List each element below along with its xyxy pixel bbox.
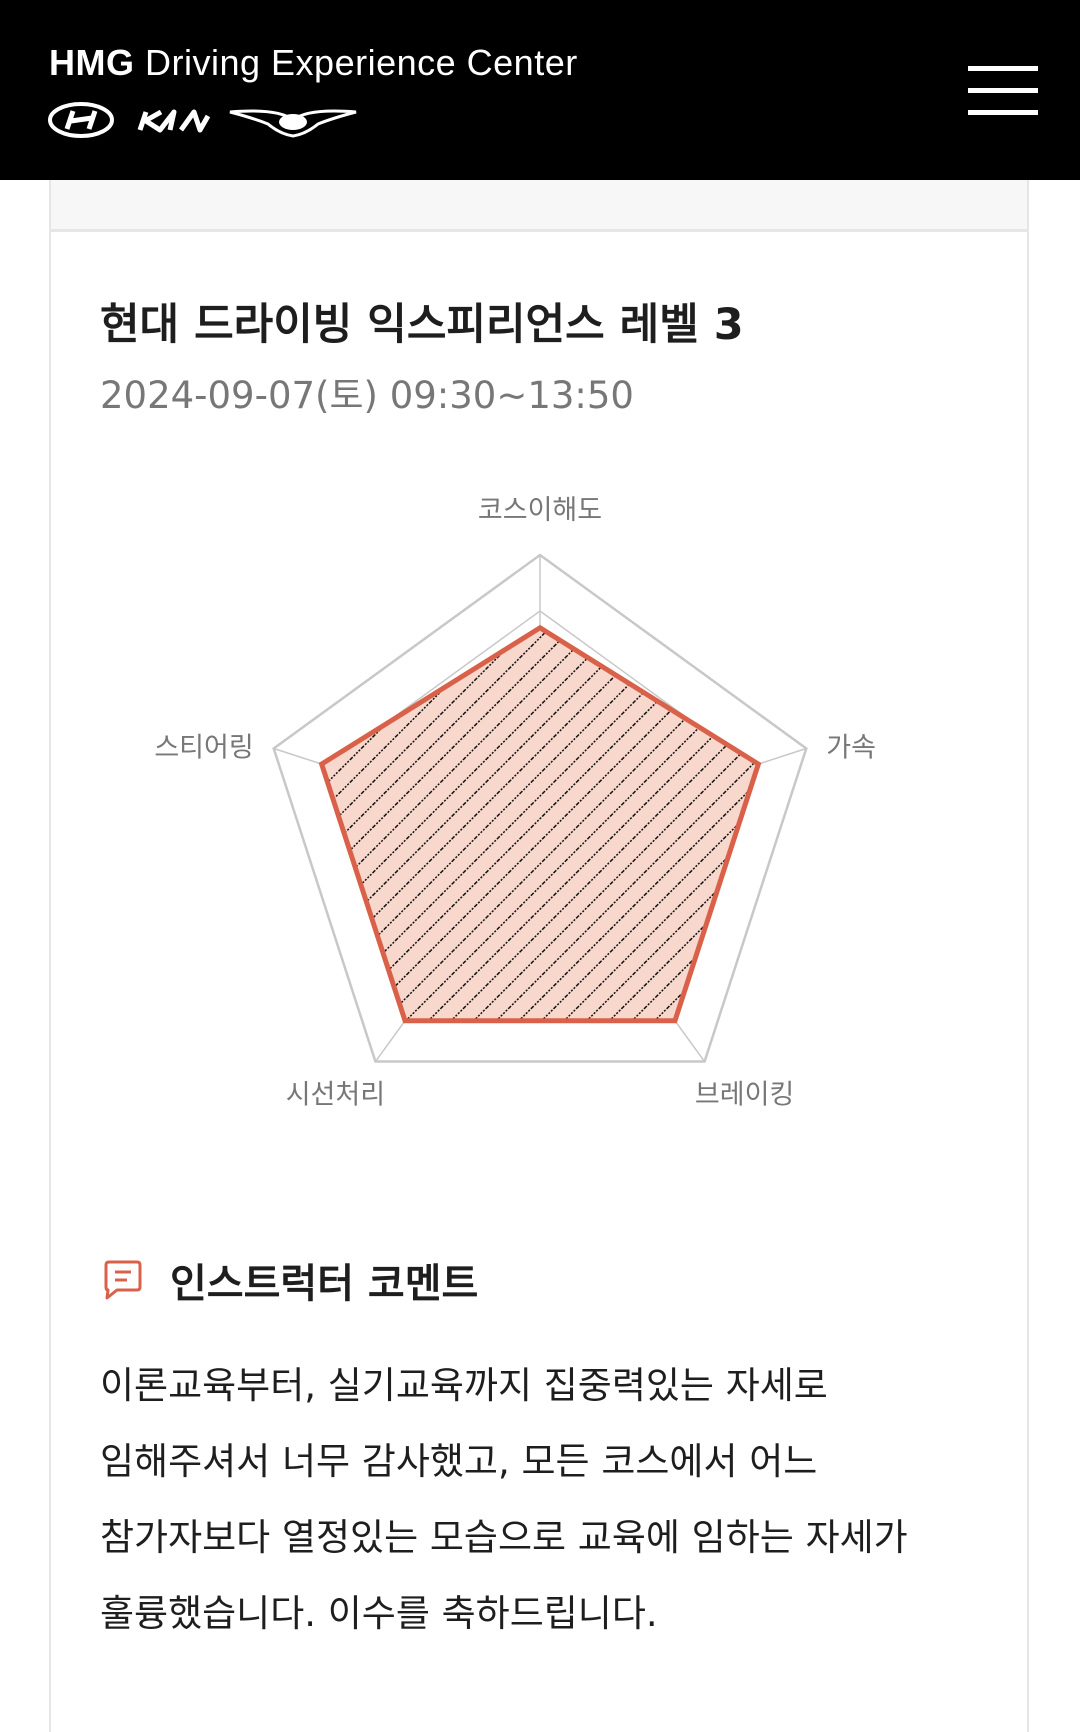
comment-line: 참가자보다 열정있는 모습으로 교육에 임하는 자세가 (100, 1516, 908, 1559)
menu-bar (968, 110, 1038, 115)
comment-line: 이론교육부터, 실기교육까지 집중력있는 자세로 (100, 1364, 828, 1407)
comment-body: 이론교육부터, 실기교육까지 집중력있는 자세로 임해주셔서 너무 감사했고, … (100, 1348, 980, 1652)
menu-bar (968, 88, 1038, 93)
kia-logo (137, 109, 211, 133)
comment-title: 인스트럭터 코멘트 (170, 1261, 479, 1307)
previous-card-bottom (49, 180, 1029, 232)
course-date: 2024-09-07(토) 09:30~13:50 (100, 374, 634, 417)
brand-logos (48, 102, 357, 138)
hamburger-menu-icon[interactable] (968, 62, 1040, 120)
comment-line: 훌륭했습니다. 이수를 축하드립니다. (100, 1592, 658, 1635)
brand-title-text: Driving Experience Center (145, 42, 578, 83)
brand-title-bold: HMG (49, 42, 135, 83)
brand-title[interactable]: HMG Driving Experience Center (49, 42, 578, 84)
course-title: 현대 드라이빙 익스피리언스 레벨 3 (100, 300, 744, 350)
hyundai-logo (48, 102, 114, 138)
menu-bar (968, 66, 1038, 71)
instructor-comment-header: 인스트럭터 코멘트 (100, 1250, 478, 1310)
chat-bubble-icon (104, 1260, 142, 1300)
top-header: HMG Driving Experience Center (0, 0, 1080, 180)
comment-line: 임해주셔서 너무 감사했고, 모든 코스에서 어느 (100, 1440, 818, 1483)
genesis-logo (229, 109, 357, 138)
